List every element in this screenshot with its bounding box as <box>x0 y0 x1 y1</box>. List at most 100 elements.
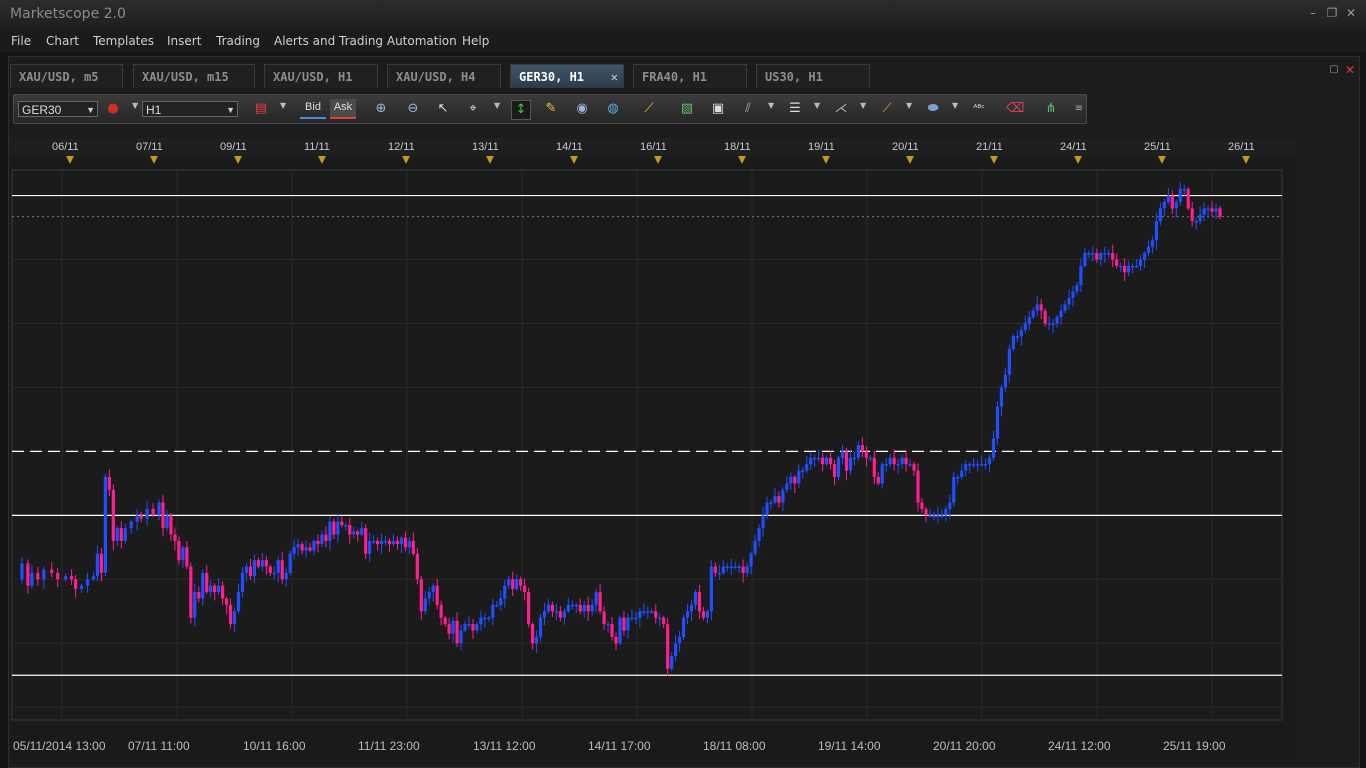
candle-body <box>729 566 733 569</box>
candle-body <box>248 566 253 577</box>
candle-body <box>352 531 356 535</box>
candle-body <box>447 624 451 634</box>
pen-icon[interactable]: ⟋ <box>878 100 896 118</box>
top-date-label: 26/11 <box>1228 141 1255 153</box>
chevron-down-icon[interactable]: ▼ <box>952 101 958 110</box>
menu-file[interactable]: File <box>11 34 31 48</box>
zoom-out-icon[interactable]: ⊖ <box>404 100 422 118</box>
tab-close-all-icon[interactable]: ✕ <box>1343 63 1357 77</box>
candle-body <box>1134 265 1139 268</box>
chevron-down-icon[interactable]: ▼ <box>860 101 866 110</box>
candle-body <box>197 592 201 599</box>
candle-body <box>809 457 813 465</box>
ask-button[interactable]: Ask <box>330 99 356 119</box>
candle-body <box>123 528 127 541</box>
candle-body <box>836 457 841 477</box>
top-date-label: 21/11 <box>976 141 1003 153</box>
candle-body <box>435 585 439 605</box>
tree-icon[interactable]: ⋔ <box>1042 100 1060 118</box>
menu-insert[interactable]: Insert <box>167 34 201 48</box>
candle-body <box>860 445 864 452</box>
candle-body <box>654 611 658 618</box>
candle-body <box>900 457 904 465</box>
fork-icon[interactable]: ⫽ <box>739 100 757 118</box>
chevron-down-icon[interactable]: ▼ <box>768 101 774 110</box>
ruler-icon[interactable]: ⟋ <box>640 100 658 118</box>
text-icon[interactable]: ᴬᴮᶜ <box>970 100 988 118</box>
zoom-in-icon[interactable]: ⊕ <box>372 100 390 118</box>
scroll-icon[interactable]: ↕ <box>511 100 531 120</box>
candle-body <box>670 656 674 669</box>
timeframe-select[interactable]: H1 ▼ <box>142 101 238 117</box>
candle-body <box>85 579 90 586</box>
candle-body <box>304 547 308 551</box>
candle-body <box>451 620 455 634</box>
candle-body <box>554 611 559 613</box>
chevron-down-icon[interactable]: ▼ <box>906 101 912 110</box>
instrument-select[interactable]: GER30 ▼ <box>18 101 98 117</box>
fan-icon[interactable]: ⋌ <box>832 100 850 118</box>
picture-icon[interactable]: ▧ <box>678 100 696 118</box>
candle-body <box>558 611 562 618</box>
chart-canvas[interactable]: 05/11/2014 13:00 07/11 11:00 10/11 16:00 11… <box>10 138 1333 764</box>
menu-templates[interactable]: Templates <box>93 34 154 48</box>
candle-body <box>169 515 173 535</box>
tab-xauusd-h4[interactable]: XAU/USD, H4 <box>387 64 501 88</box>
candle-body <box>403 537 408 548</box>
globe-icon[interactable]: ◍ <box>604 100 622 118</box>
bid-button[interactable]: Bid <box>300 99 326 119</box>
chevron-down-icon[interactable]: ▼ <box>132 101 138 110</box>
ellipse-icon[interactable]: ⬬ <box>924 100 942 118</box>
tab-xauusd-h1[interactable]: XAU/USD, H1 <box>264 64 378 88</box>
overflow-icon[interactable]: ≡ <box>1070 100 1088 118</box>
bar-style-icon[interactable]: ▤ <box>252 100 270 118</box>
tab-ger30-h1[interactable]: GER30, H1 ✕ <box>510 64 624 88</box>
candle-body <box>725 566 729 569</box>
candle-body <box>570 604 574 607</box>
tab-close-icon[interactable]: ✕ <box>611 65 618 89</box>
window-icon[interactable]: ▣ <box>709 100 727 118</box>
tab-us30-h1[interactable]: US30, H1 <box>756 64 870 88</box>
top-date-label: 13/11 <box>472 141 499 153</box>
instrument-color-icon[interactable]: ● <box>104 100 122 118</box>
chevron-down-icon[interactable]: ▼ <box>494 101 500 110</box>
tab-fra40-h1[interactable]: FRA40, H1 <box>633 64 747 88</box>
candle-body <box>888 457 892 465</box>
candle-body <box>1007 349 1011 375</box>
chevron-down-icon[interactable]: ▼ <box>814 101 820 110</box>
candle-body <box>296 544 300 548</box>
tab-xauusd-m5[interactable]: XAU/USD, m5 <box>10 64 123 88</box>
candle-body <box>151 508 155 516</box>
tab-restore-icon[interactable]: ▢ <box>1327 63 1341 77</box>
candle-body <box>264 560 268 567</box>
candle-body <box>721 566 725 573</box>
candle-body <box>976 464 980 466</box>
cursor-icon[interactable]: ↖ <box>434 100 452 118</box>
candle-body <box>1146 246 1151 254</box>
price-chart[interactable]: 05/11/2014 13:00 07/11 11:00 10/11 16:00 11… <box>10 138 1333 764</box>
restore-icon[interactable]: ❐ <box>1325 6 1339 20</box>
chevron-down-icon[interactable]: ▼ <box>280 101 286 110</box>
candle-body <box>439 604 443 618</box>
eye-icon[interactable]: ◉ <box>573 100 591 118</box>
tab-xauusd-m15[interactable]: XAU/USD, m15 <box>133 64 255 88</box>
top-date-label: 12/11 <box>388 141 415 153</box>
levels-icon[interactable]: ☰ <box>786 100 804 118</box>
note-icon[interactable]: ✎ <box>542 100 560 118</box>
close-icon[interactable]: ✕ <box>1344 6 1358 20</box>
candle-body <box>646 611 650 613</box>
menu-chart[interactable]: Chart <box>46 34 79 48</box>
candle-body <box>145 508 149 519</box>
candle-body <box>1047 323 1051 325</box>
candle-body <box>1063 304 1067 311</box>
crosshair-icon[interactable]: ⌖ <box>464 100 482 118</box>
candle-body <box>503 585 507 599</box>
menu-trading[interactable]: Trading <box>216 34 260 48</box>
menu-help[interactable]: Help <box>462 34 489 48</box>
minimize-icon[interactable]: – <box>1306 6 1320 20</box>
candle-body <box>1055 317 1059 324</box>
top-date-label: 09/11 <box>220 141 247 153</box>
menu-alerts[interactable]: Alerts and Trading Automation <box>274 34 457 48</box>
eraser-icon[interactable]: ⌫ <box>1006 100 1024 118</box>
candle-body <box>173 534 177 541</box>
